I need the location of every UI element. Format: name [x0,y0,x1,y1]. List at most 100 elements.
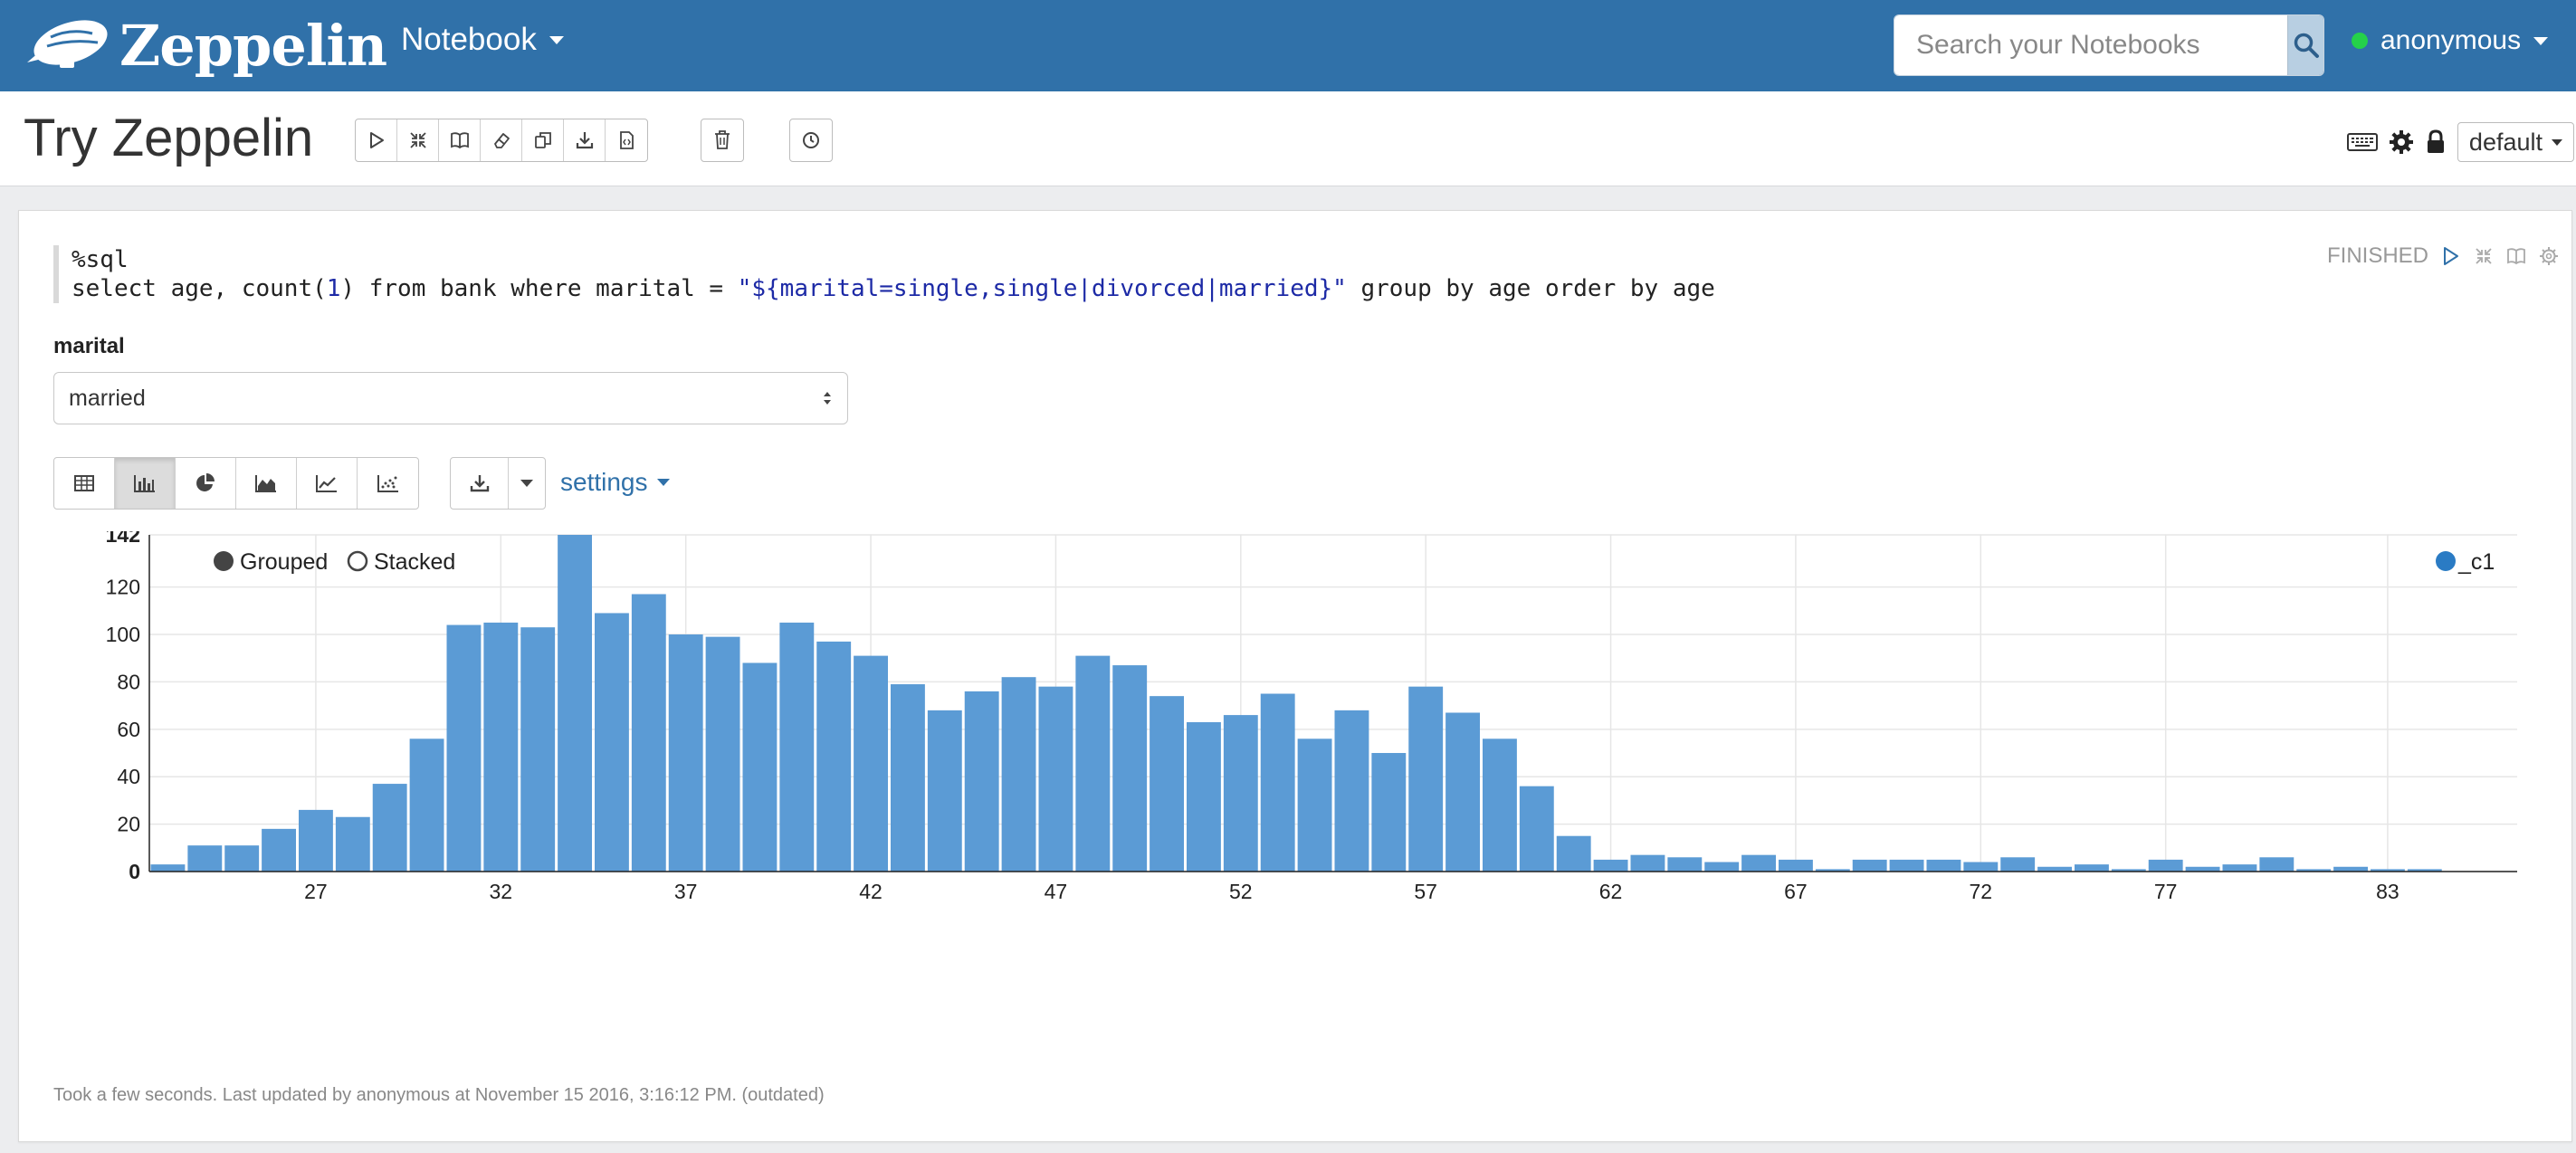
bar[interactable] [668,634,703,872]
bar[interactable] [1593,859,1628,872]
bar[interactable] [1852,859,1887,872]
bar[interactable] [1926,859,1961,872]
bar[interactable] [631,594,666,872]
lock-icon[interactable] [2425,129,2447,155]
bar[interactable] [1075,655,1111,872]
stacked-radio[interactable] [347,550,368,572]
version-control-button[interactable] [606,119,647,161]
bar[interactable] [705,636,740,872]
bar[interactable] [779,622,815,872]
notebook-menu[interactable]: Notebook [401,22,564,58]
bar[interactable] [1150,696,1184,872]
bar[interactable] [1112,665,1148,872]
bar[interactable] [1556,835,1591,872]
download-data-button[interactable] [451,458,509,509]
grouped-radio[interactable] [214,551,234,571]
table-icon [74,475,94,491]
search-button[interactable] [2287,15,2323,75]
bar[interactable] [262,828,296,872]
bar[interactable] [150,864,186,872]
export-notebook-button[interactable] [564,119,606,161]
bar[interactable] [1483,738,1517,872]
bar[interactable] [1519,786,1554,872]
bar[interactable] [1963,862,1999,872]
notebook-title[interactable]: Try Zeppelin [24,108,313,168]
bar[interactable] [2075,864,2109,872]
bar[interactable] [409,738,444,872]
bar[interactable] [1779,859,1813,872]
bar[interactable] [1889,859,1924,872]
gear-icon[interactable] [2389,129,2414,155]
bar[interactable] [483,622,519,872]
bar[interactable] [2222,864,2257,872]
bar[interactable] [558,535,592,872]
bar[interactable] [595,613,629,872]
y-tick-label: 142 [106,531,140,547]
line-chart-button[interactable] [297,458,358,509]
grouped-option[interactable]: Grouped [214,549,328,575]
area-chart-button[interactable] [236,458,297,509]
scatter-chart-button[interactable] [358,458,418,509]
hide-code-button[interactable] [397,119,439,161]
bar-chart-button[interactable] [115,458,176,509]
bar[interactable] [1445,712,1480,872]
bar[interactable] [372,784,407,872]
pie-chart-button[interactable] [176,458,236,509]
bar[interactable] [1408,686,1444,872]
bar[interactable] [1297,738,1332,872]
bar[interactable] [299,809,333,872]
gear-icon[interactable] [2539,246,2559,266]
bar[interactable] [927,710,962,872]
keyboard-icon[interactable] [2346,132,2378,152]
collapse-icon[interactable] [2474,246,2494,266]
bar[interactable] [2037,866,2072,872]
bar[interactable] [1260,693,1295,872]
delete-notebook-button[interactable] [701,119,743,161]
bar[interactable] [2000,857,2036,872]
bar[interactable] [2148,859,2183,872]
bar[interactable] [1667,857,1703,872]
bar[interactable] [1038,686,1073,872]
bar[interactable] [1187,721,1221,872]
scatter-chart-icon [377,475,398,492]
bar[interactable] [854,655,888,872]
legend-item-c1[interactable]: _c1 [2436,549,2495,575]
search-input[interactable] [1894,15,2287,75]
chart-settings-toggle[interactable]: settings [560,468,670,497]
bar[interactable] [1223,715,1258,872]
bar[interactable] [2259,857,2295,872]
bar[interactable] [964,691,999,872]
notebook-action-toolbar [355,119,648,162]
bar[interactable] [446,624,482,872]
bar[interactable] [2185,866,2220,872]
bar[interactable] [1630,854,1665,872]
table-view-button[interactable] [54,458,115,509]
interpreter-binding-select[interactable]: default [2457,122,2574,162]
bar[interactable] [742,662,778,872]
scheduler-button[interactable] [790,119,832,161]
bar[interactable] [1704,862,1740,872]
bar[interactable] [1371,753,1407,872]
bar[interactable] [2333,866,2368,872]
stacked-option[interactable]: Stacked [347,549,455,575]
book-icon[interactable] [2506,246,2526,266]
hide-output-button[interactable] [439,119,481,161]
bar[interactable] [816,641,852,872]
brand-logo[interactable]: Zeppelin [24,13,387,79]
bar[interactable] [891,684,925,872]
code-editor[interactable]: %sql select age, count(1) from bank wher… [53,245,1715,303]
bar[interactable] [335,816,370,872]
bar[interactable] [1741,854,1776,872]
bar[interactable] [1334,710,1369,872]
bar[interactable] [520,627,556,872]
clone-notebook-button[interactable] [522,119,564,161]
bar[interactable] [1001,677,1036,872]
user-menu[interactable]: anonymous [2352,25,2549,56]
bar[interactable] [224,845,260,872]
bar[interactable] [187,845,223,872]
run-paragraph-icon[interactable] [2441,245,2461,267]
download-format-dropdown[interactable] [509,458,545,509]
marital-select[interactable]: married [53,372,848,424]
run-all-button[interactable] [356,119,397,161]
clear-output-button[interactable] [481,119,522,161]
